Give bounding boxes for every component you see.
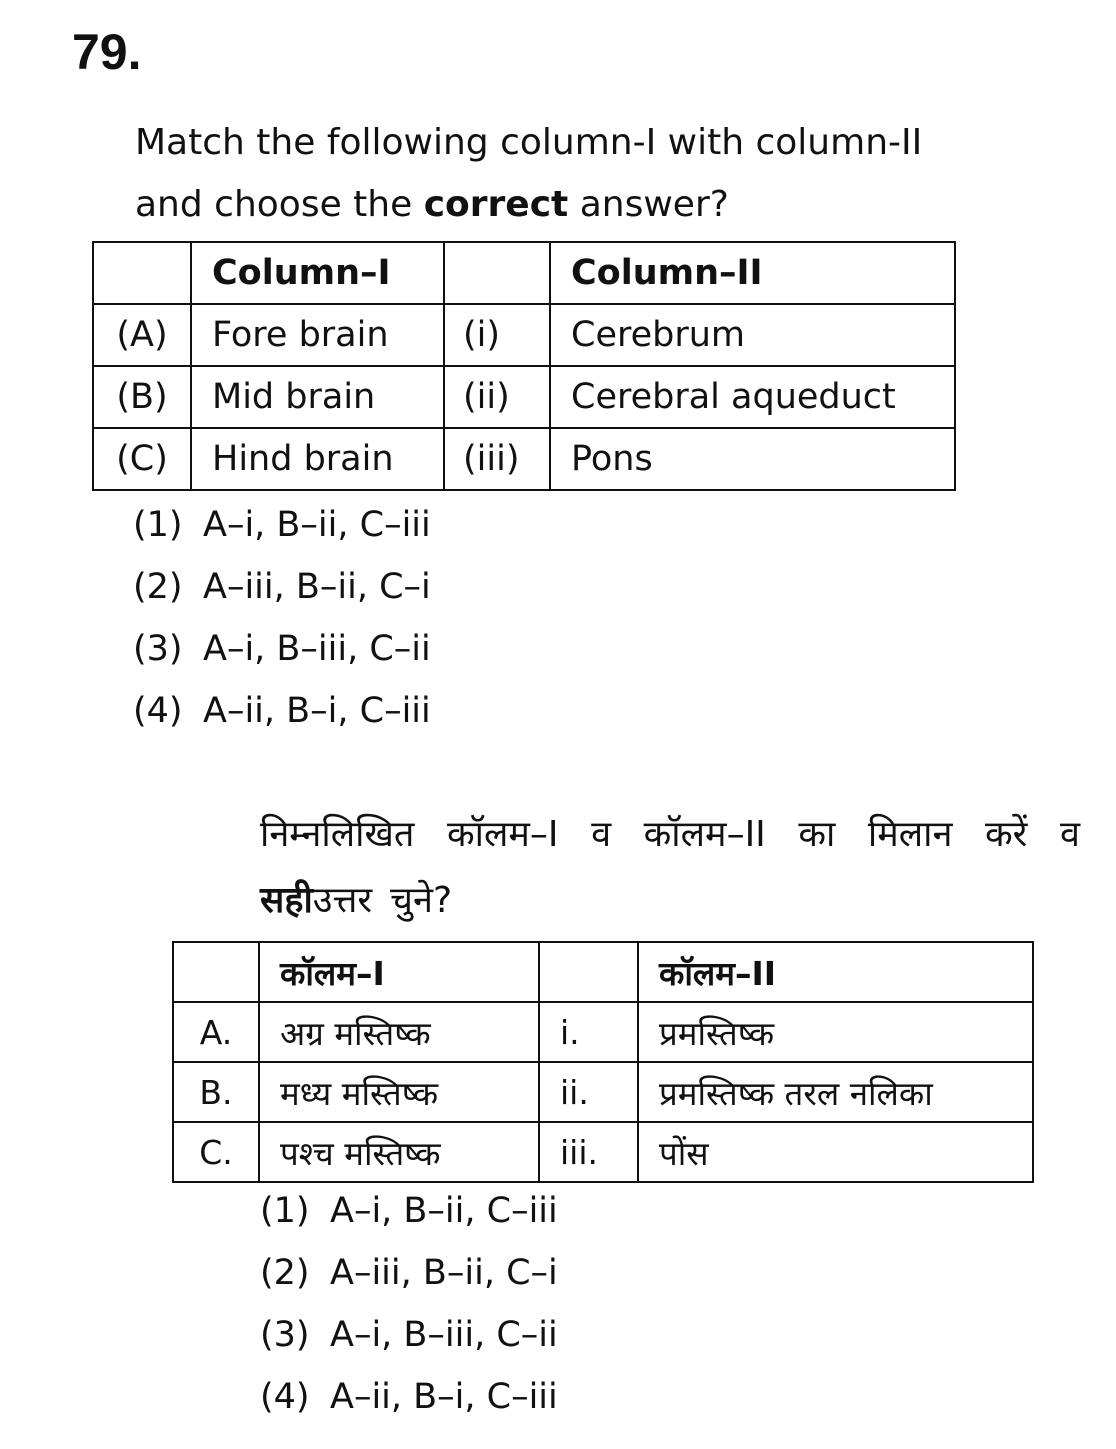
column-2-cell: Cerebral aqueduct: [549, 365, 956, 429]
row-index: (iii): [443, 427, 551, 491]
option-text: A–iii, B–ii, C–i: [203, 567, 431, 607]
option-number: (4): [260, 1377, 310, 1417]
column-2-cell: प्रमस्तिष्क तरल नलिका: [637, 1061, 1034, 1123]
column-1-cell: मध्य मस्तिष्क: [258, 1061, 540, 1123]
answer-option[interactable]: (3) A–i, B–iii, C–ii: [133, 624, 431, 686]
option-number: (2): [133, 567, 183, 607]
table-row: B. मध्य मस्तिष्क ii. प्रमस्तिष्क तरल नलि…: [172, 1061, 1034, 1123]
row-label: (B): [92, 365, 192, 429]
answer-options-english: (1) A–i, B–ii, C–iii (2) A–iii, B–ii, C–i …: [133, 500, 431, 748]
option-text: A–iii, B–ii, C–i: [330, 1253, 558, 1293]
column-1-cell: Mid brain: [190, 365, 445, 429]
row-index: (i): [443, 303, 551, 367]
table-row: C. पश्च मस्तिष्क iii. पोंस: [172, 1121, 1034, 1183]
column-1-cell: पश्च मस्तिष्क: [258, 1121, 540, 1183]
option-number: (4): [133, 691, 183, 731]
stem-emphasis: सही: [260, 880, 313, 921]
row-index: iii.: [538, 1121, 639, 1183]
row-index: (ii): [443, 365, 551, 429]
column-2-header: Column–II: [549, 241, 956, 305]
answer-option[interactable]: (4) A–ii, B–i, C–iii: [260, 1372, 558, 1434]
stem-word: चुने?: [390, 880, 453, 921]
stem-word: कॉलम–I: [447, 814, 559, 855]
table-row: (B) Mid brain (ii) Cerebral aqueduct: [92, 365, 956, 429]
answer-options-hindi: (1) A–i, B–ii, C–iii (2) A–iii, B–ii, C–i …: [260, 1186, 558, 1434]
column-2-cell: Cerebrum: [549, 303, 956, 367]
row-index: i.: [538, 1001, 639, 1063]
row-label: C.: [172, 1121, 260, 1183]
option-number: (3): [260, 1315, 310, 1355]
stem-word: मिलान: [867, 814, 953, 855]
answer-option[interactable]: (3) A–i, B–iii, C–ii: [260, 1310, 558, 1372]
option-number: (1): [260, 1191, 310, 1231]
table-header-row: Column–I Column–II: [92, 241, 956, 305]
answer-option[interactable]: (2) A–iii, B–ii, C–i: [133, 562, 431, 624]
option-text: A–i, B–ii, C–iii: [203, 505, 431, 545]
stem-word: कॉलम–II: [643, 814, 766, 855]
table-header-blank: [443, 241, 551, 305]
option-text: A–i, B–iii, C–ii: [203, 629, 431, 669]
column-1-cell: अग्र मस्तिष्क: [258, 1001, 540, 1063]
stem-text: and choose the: [135, 184, 413, 225]
option-text: A–ii, B–i, C–iii: [330, 1377, 558, 1417]
column-1-cell: Hind brain: [190, 427, 445, 491]
stem-line-2: and choose the correct answer?: [135, 174, 1035, 236]
stem-line-1: निम्नलिखित कॉलम–I व कॉलम–II का मिलान करे…: [260, 802, 1080, 868]
table-header-blank: [172, 941, 260, 1003]
table-header-blank: [538, 941, 639, 1003]
match-table-english: Column–I Column–II (A) Fore brain (i) Ce…: [92, 241, 956, 491]
row-index: ii.: [538, 1061, 639, 1123]
question-stem-english: Match the following column-I with column…: [135, 112, 1035, 236]
row-label: A.: [172, 1001, 260, 1063]
stem-word: उत्तर: [312, 880, 373, 921]
answer-option[interactable]: (1) A–i, B–ii, C–iii: [133, 500, 431, 562]
column-2-header: कॉलम–II: [637, 941, 1034, 1003]
option-number: (3): [133, 629, 183, 669]
question-stem-hindi: निम्नलिखित कॉलम–I व कॉलम–II का मिलान करे…: [260, 802, 1080, 934]
option-number: (2): [260, 1253, 310, 1293]
column-1-cell: Fore brain: [190, 303, 445, 367]
table-row: (C) Hind brain (iii) Pons: [92, 427, 956, 491]
column-2-cell: प्रमस्तिष्क: [637, 1001, 1034, 1063]
answer-option[interactable]: (2) A–iii, B–ii, C–i: [260, 1248, 558, 1310]
row-label: (A): [92, 303, 192, 367]
column-2-cell: Pons: [549, 427, 956, 491]
table-row: (A) Fore brain (i) Cerebrum: [92, 303, 956, 367]
answer-option[interactable]: (4) A–ii, B–i, C–iii: [133, 686, 431, 748]
row-label: (C): [92, 427, 192, 491]
option-text: A–ii, B–i, C–iii: [203, 691, 431, 731]
stem-line-1: Match the following column-I with column…: [135, 122, 923, 163]
match-table-hindi: कॉलम–I कॉलम–II A. अग्र मस्तिष्क i. प्रमस…: [172, 941, 1034, 1183]
column-1-header: Column–I: [190, 241, 445, 305]
answer-option[interactable]: (1) A–i, B–ii, C–iii: [260, 1186, 558, 1248]
column-1-header: कॉलम–I: [258, 941, 540, 1003]
option-text: A–i, B–ii, C–iii: [330, 1191, 558, 1231]
stem-word: व: [1059, 814, 1080, 855]
column-2-cell: पोंस: [637, 1121, 1034, 1183]
stem-emphasis: correct: [423, 184, 569, 225]
table-header-row: कॉलम–I कॉलम–II: [172, 941, 1034, 1003]
option-number: (1): [133, 505, 183, 545]
stem-text: answer?: [579, 184, 729, 225]
stem-word: करें: [985, 814, 1028, 855]
option-text: A–i, B–iii, C–ii: [330, 1315, 558, 1355]
stem-word: का: [798, 814, 836, 855]
table-header-blank: [92, 241, 192, 305]
stem-line-2: सही उत्तर चुने?: [260, 868, 1080, 934]
row-label: B.: [172, 1061, 260, 1123]
stem-word: व: [591, 814, 612, 855]
table-row: A. अग्र मस्तिष्क i. प्रमस्तिष्क: [172, 1001, 1034, 1063]
question-number: 79.: [72, 24, 142, 80]
stem-word: निम्नलिखित: [260, 814, 415, 855]
